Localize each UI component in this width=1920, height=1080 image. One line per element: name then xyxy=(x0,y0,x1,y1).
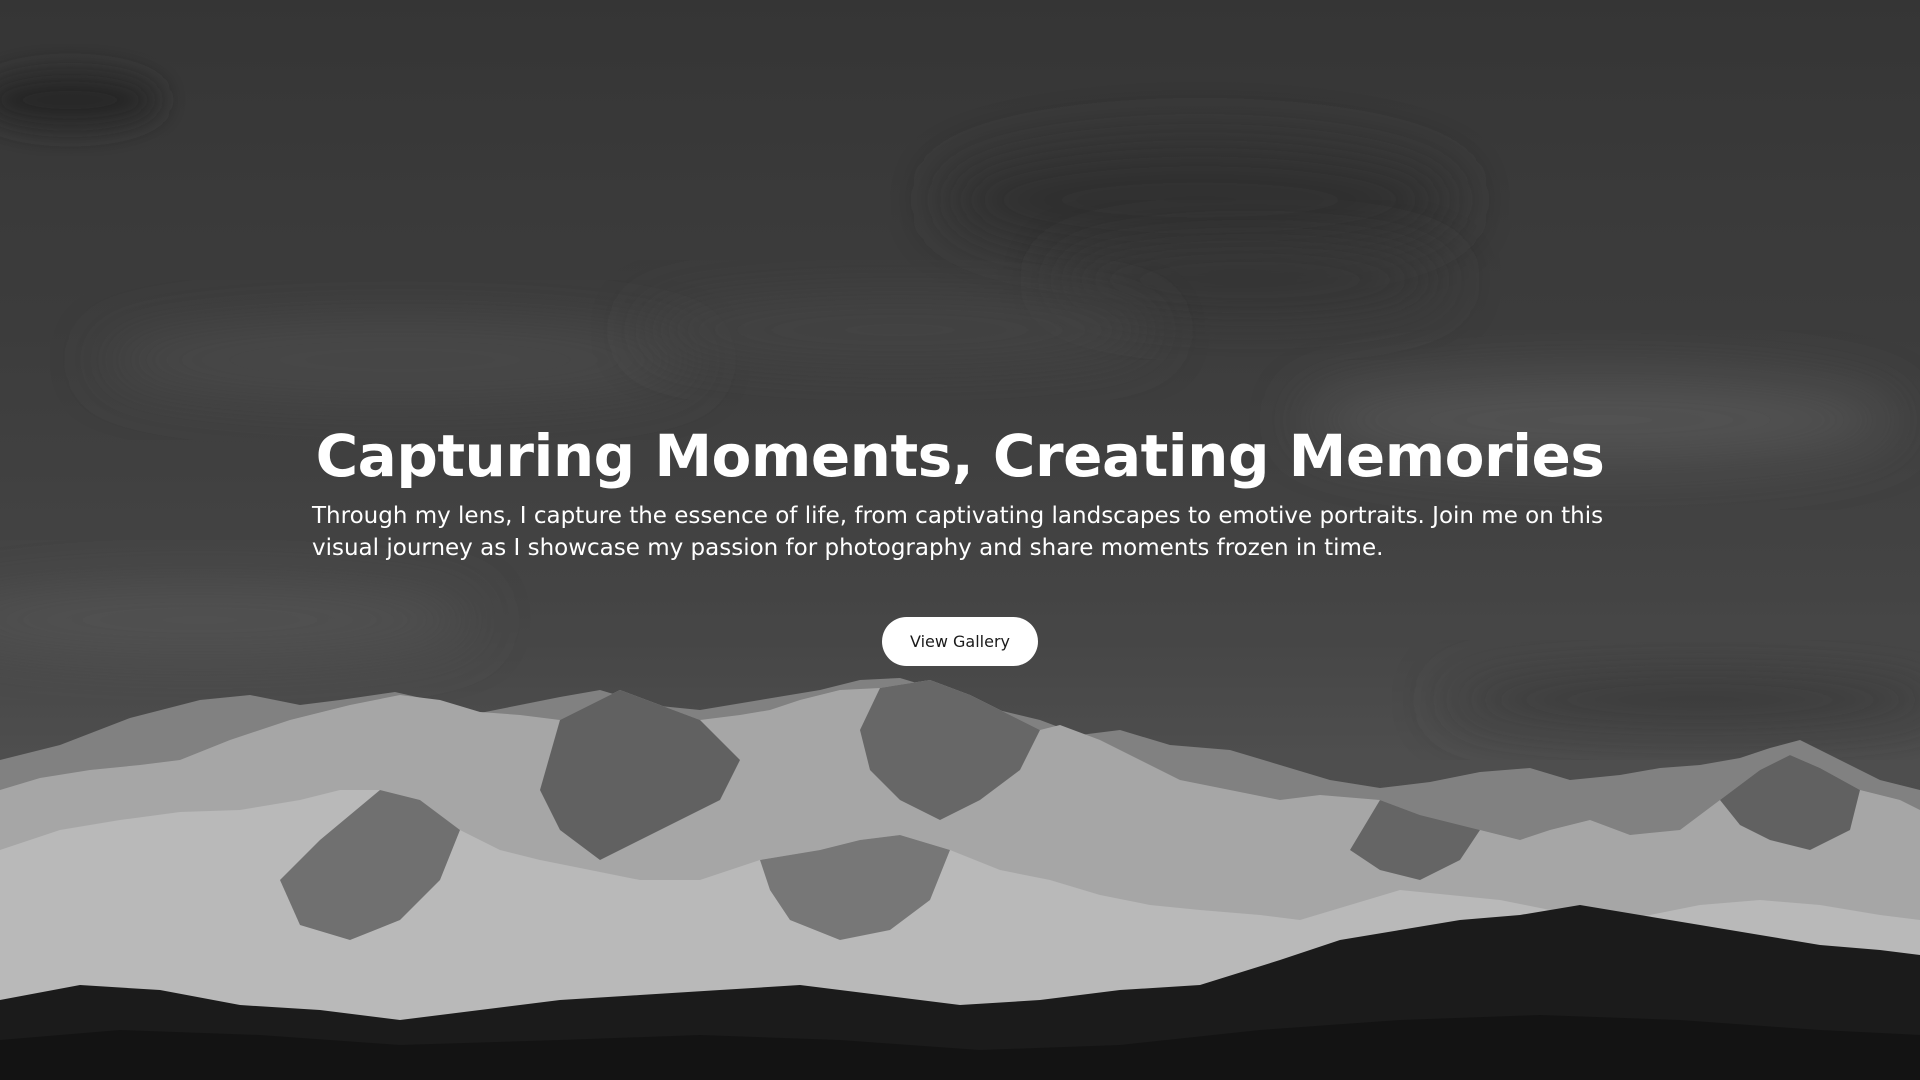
hero-content: Capturing Moments, Creating Memories Thr… xyxy=(0,0,1920,1080)
hero-headline: Capturing Moments, Creating Memories xyxy=(315,422,1605,490)
hero-section: Capturing Moments, Creating Memories Thr… xyxy=(0,0,1920,1080)
hero-description: Through my lens, I capture the essence o… xyxy=(312,503,1604,561)
view-gallery-button[interactable]: View Gallery xyxy=(882,617,1038,666)
